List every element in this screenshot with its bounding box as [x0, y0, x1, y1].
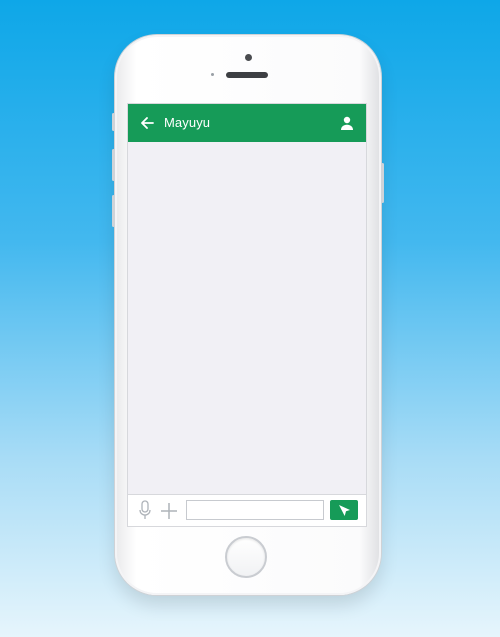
- mute-switch: [112, 113, 115, 131]
- profile-button[interactable]: [336, 112, 358, 134]
- front-camera: [245, 54, 252, 61]
- send-button[interactable]: [330, 500, 358, 520]
- back-button[interactable]: [136, 112, 158, 134]
- message-composer: [128, 494, 366, 526]
- arrow-left-icon: [141, 117, 154, 129]
- proximity-sensor: [211, 73, 214, 76]
- message-list[interactable]: [128, 142, 366, 495]
- user-icon: [341, 116, 353, 130]
- chat-header: Mayuyu: [128, 104, 366, 142]
- microphone-button[interactable]: [136, 500, 154, 522]
- message-input[interactable]: [186, 500, 324, 520]
- add-attachment-button[interactable]: [159, 501, 179, 521]
- send-icon: [338, 504, 350, 516]
- microphone-icon: [139, 500, 151, 519]
- power-button: [381, 163, 384, 203]
- volume-down-button: [112, 195, 115, 227]
- phone-screen: Mayuyu: [127, 103, 367, 527]
- earpiece-speaker: [226, 72, 268, 78]
- volume-up-button: [112, 149, 115, 181]
- home-button[interactable]: [225, 536, 267, 578]
- plus-icon: [161, 503, 177, 519]
- chat-title: Mayuyu: [164, 115, 211, 130]
